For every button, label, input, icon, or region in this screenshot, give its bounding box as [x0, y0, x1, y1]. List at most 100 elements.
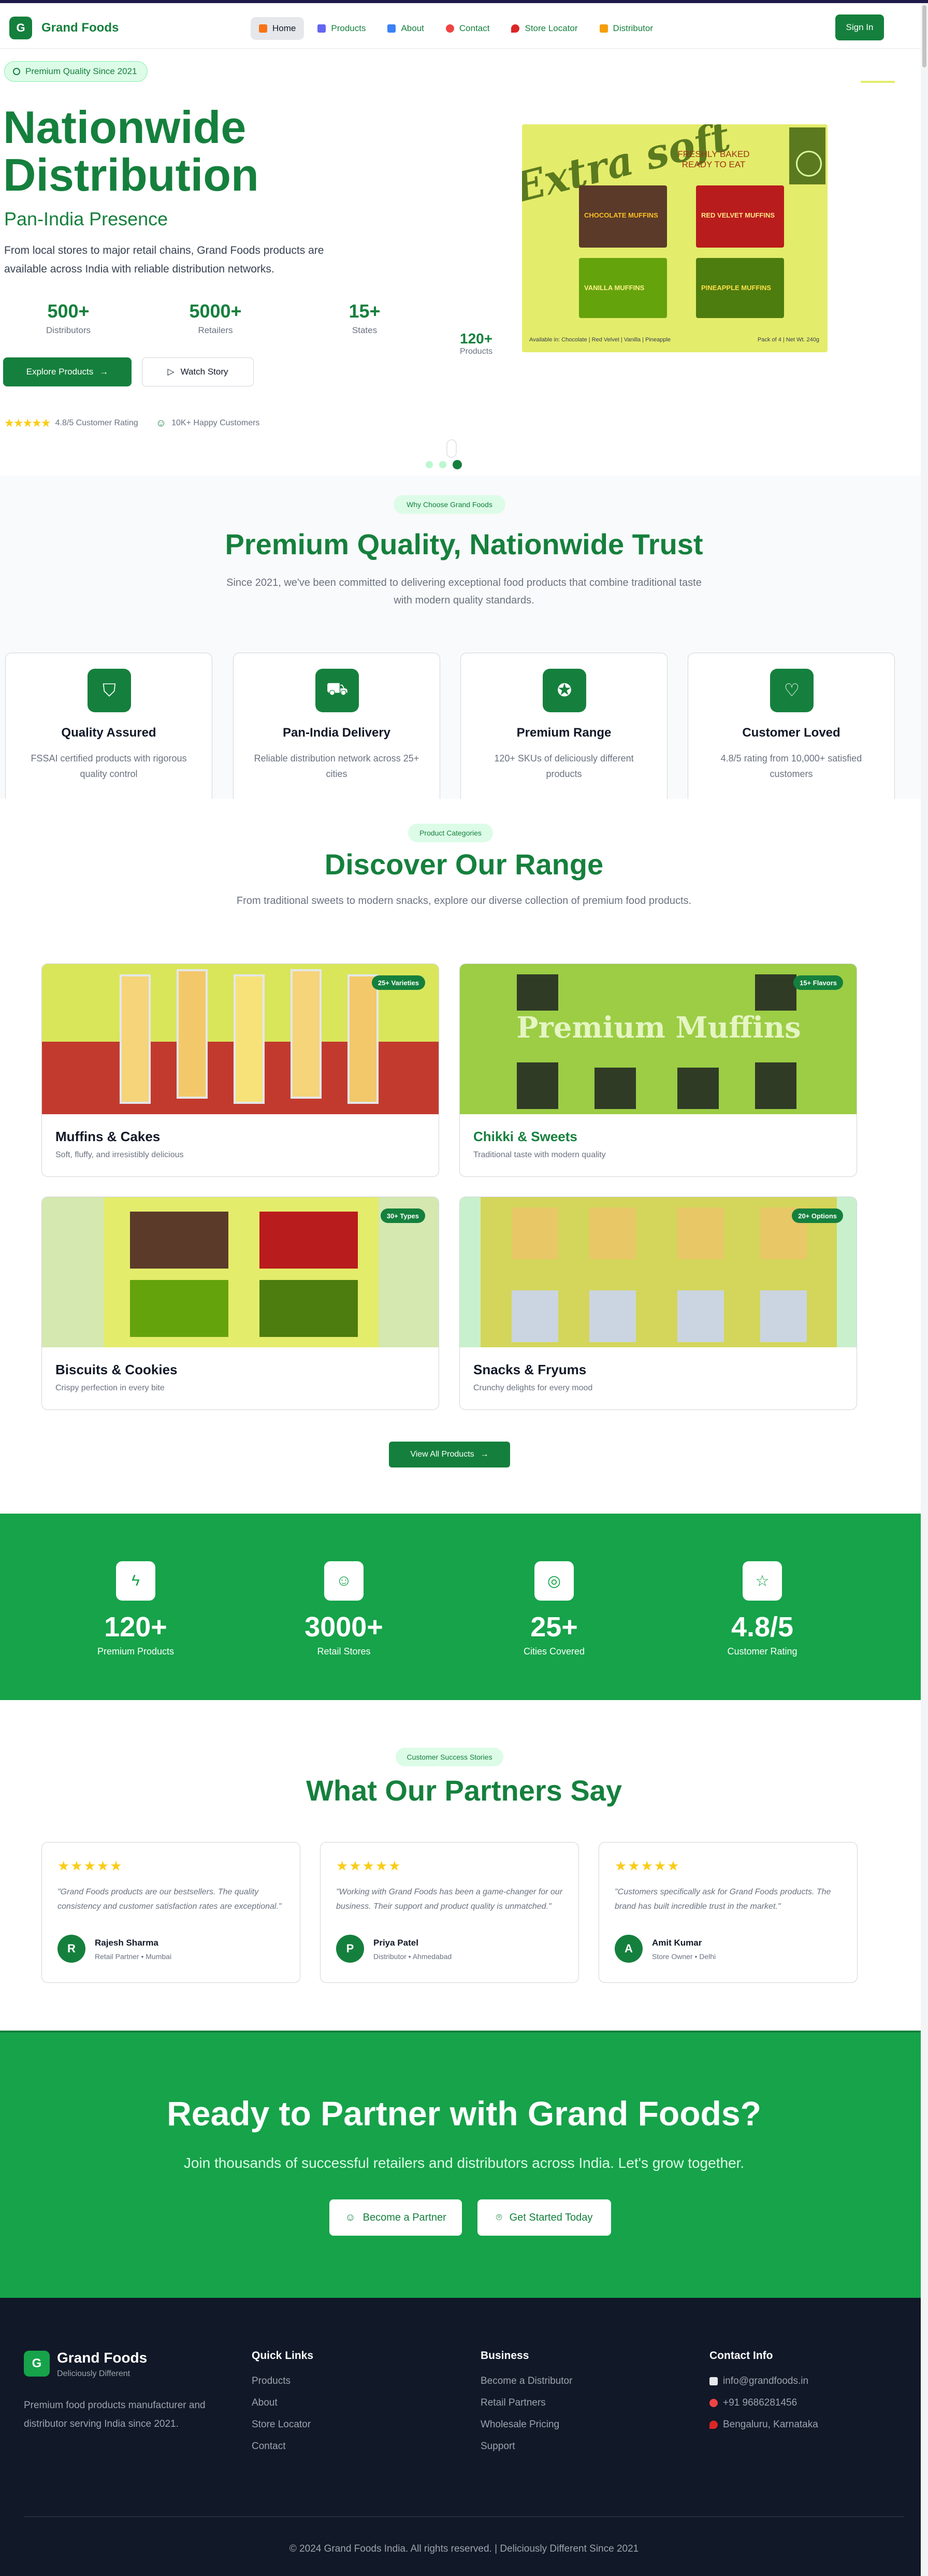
footer-phone[interactable]: +91 9686281456	[709, 2397, 818, 2409]
stat-label: Products	[460, 347, 493, 356]
mail-icon	[709, 2377, 718, 2385]
category-tag: 30+ Types	[380, 1208, 425, 1223]
stats-band: ϟ 120+ Premium Products ☺ 3000+ Retail Store…	[0, 1514, 928, 1700]
testimonial-role: Retail Partner • Mumbai	[95, 1952, 172, 1961]
nav-link-contact[interactable]: Contact	[438, 17, 498, 40]
footer-link[interactable]: About	[252, 2397, 313, 2409]
category-description: Crunchy delights for every mood	[473, 1384, 593, 1392]
hero-badge: Premium Quality Since 2021	[4, 61, 148, 82]
button-label: View All Products	[410, 1450, 474, 1459]
become-partner-button[interactable]: ☺ Become a Partner	[329, 2199, 462, 2236]
category-description: Traditional taste with modern quality	[473, 1150, 606, 1159]
get-started-button[interactable]: ⌾ Get Started Today	[477, 2199, 611, 2236]
carousel-dot[interactable]	[453, 460, 462, 469]
handshake-icon	[599, 24, 608, 33]
band-stat: ϟ 120+ Premium Products	[79, 1561, 193, 1657]
product-pack	[120, 974, 151, 1104]
footer-link[interactable]: Support	[481, 2441, 572, 2452]
product-pack	[677, 1290, 724, 1342]
category-tag: 25+ Varieties	[371, 975, 425, 990]
scroll-indicator	[446, 439, 457, 458]
footer-logo: G	[24, 2351, 50, 2377]
footer-link[interactable]: Contact	[252, 2441, 313, 2452]
product-pack	[347, 974, 379, 1104]
category-tag: 15+ Flavors	[793, 975, 843, 990]
footer-email-text: info@grandfoods.in	[723, 2376, 809, 2386]
footer-location: Bengaluru, Karnataka	[709, 2419, 818, 2430]
section-title: Discover Our Range	[324, 848, 604, 881]
feature-card: ⛟ Pan-India Delivery Reliable distribution…	[233, 653, 440, 799]
category-name: Muffins & Cakes	[55, 1129, 161, 1144]
scrollbar-thumb[interactable]	[922, 5, 926, 67]
footer-link[interactable]: Retail Partners	[481, 2397, 572, 2409]
feature-description: FSSAI certified products with rigorous q…	[31, 753, 187, 779]
muffin-box-label: RED VELVET MUFFINS	[701, 211, 775, 219]
hero-stat: 500+ Distributors	[32, 300, 105, 336]
testimonial-name: Amit Kumar	[652, 1938, 702, 1948]
nav-link-distributor[interactable]: Distributor	[591, 17, 661, 40]
page-scrollbar[interactable]	[921, 3, 928, 2576]
stat-label: Retailers	[198, 325, 233, 335]
image-footer-text: Pack of 4 | Net Wt. 240g	[757, 337, 819, 343]
footer-link[interactable]: Products	[252, 2376, 313, 2387]
footer-column-title: Contact Info	[709, 2350, 773, 2362]
footer-copyright: © 2024 Grand Foods India. All rights res…	[289, 2543, 639, 2554]
feature-title: Premium Range	[516, 726, 612, 740]
footer-location-text: Bengaluru, Karnataka	[723, 2419, 818, 2430]
footer-description: Premium food products manufacturer and d…	[24, 2400, 206, 2429]
button-label: Get Started Today	[509, 2211, 593, 2223]
product-pack	[755, 974, 796, 1011]
category-card[interactable]: 30+ Types Biscuits & Cookies Crispy perf…	[41, 1197, 439, 1410]
nav-link-store-locator[interactable]: Store Locator	[503, 17, 586, 40]
award-icon: ✪	[543, 669, 586, 712]
footer-email[interactable]: info@grandfoods.in	[709, 2376, 818, 2387]
footer-link[interactable]: Store Locator	[252, 2419, 313, 2430]
about-icon	[387, 24, 396, 33]
phone-icon	[445, 24, 454, 33]
product-pack	[677, 1068, 719, 1109]
hero-rating-row: ★★★★★ 4.8/5 Customer Rating ☺ 10K+ Happy…	[4, 416, 259, 430]
category-card[interactable]: 25+ Varieties Muffins & Cakes Soft, fluf…	[41, 963, 439, 1177]
carousel-dot[interactable]	[426, 461, 433, 468]
product-pack	[594, 1068, 636, 1109]
cta-description: Join thousands of successful retailers a…	[183, 2155, 745, 2171]
muffin-box-label: PINEAPPLE MUFFINS	[701, 284, 772, 292]
sign-in-button[interactable]: Sign In	[835, 15, 884, 40]
watch-story-button[interactable]: ▷ Watch Story	[142, 357, 254, 386]
footer-link[interactable]: Wholesale Pricing	[481, 2419, 572, 2430]
view-all-products-button[interactable]: View All Products →	[389, 1442, 510, 1467]
nav-link-about[interactable]: About	[379, 17, 432, 40]
nav-link-home[interactable]: Home	[251, 17, 304, 40]
play-icon: ▷	[167, 367, 175, 377]
decorative-line	[861, 81, 895, 83]
explore-products-button[interactable]: Explore Products →	[3, 357, 132, 386]
feature-title: Customer Loved	[742, 726, 840, 740]
product-pack	[130, 1212, 228, 1269]
band-stat-label: Retail Stores	[317, 1646, 371, 1657]
brand-logo[interactable]: G	[9, 17, 32, 39]
product-pack	[589, 1290, 636, 1342]
carousel-dots	[426, 460, 462, 469]
category-name: Biscuits & Cookies	[55, 1362, 178, 1377]
products-icon	[317, 24, 326, 33]
muffin-box: CHOCOLATE MUFFINS	[579, 185, 667, 248]
category-card[interactable]: Premium Muffins 15+ Flavors Chikki & Swe…	[459, 963, 857, 1177]
product-pack	[512, 1207, 558, 1259]
hero-products-stat: 120+ Products	[460, 330, 492, 356]
footer: G Grand Foods Deliciously Different Prem…	[0, 2298, 928, 2576]
testimonial-card: ★★★★★ "Customers specifically ask for Gr…	[599, 1842, 858, 1983]
map-pin-icon	[511, 24, 520, 33]
carousel-dot[interactable]	[439, 461, 446, 468]
muffin-box-label: CHOCOLATE MUFFINS	[584, 211, 658, 219]
band-stat-value: 4.8/5	[731, 1611, 794, 1643]
hero-stat: 15+ States	[328, 300, 401, 336]
category-name: Snacks & Fryums	[473, 1362, 587, 1377]
rating-text: 4.8/5 Customer Rating	[55, 419, 138, 427]
user-plus-icon: ☺	[345, 2211, 356, 2223]
category-card[interactable]: 20+ Options Snacks & Fryums Crunchy deli…	[459, 1197, 857, 1410]
nav-link-products[interactable]: Products	[309, 17, 374, 40]
brand-name[interactable]: Grand Foods	[41, 21, 119, 35]
footer-divider	[24, 2516, 904, 2517]
feature-title: Pan-India Delivery	[282, 726, 391, 740]
footer-link[interactable]: Become a Distributor	[481, 2376, 572, 2387]
